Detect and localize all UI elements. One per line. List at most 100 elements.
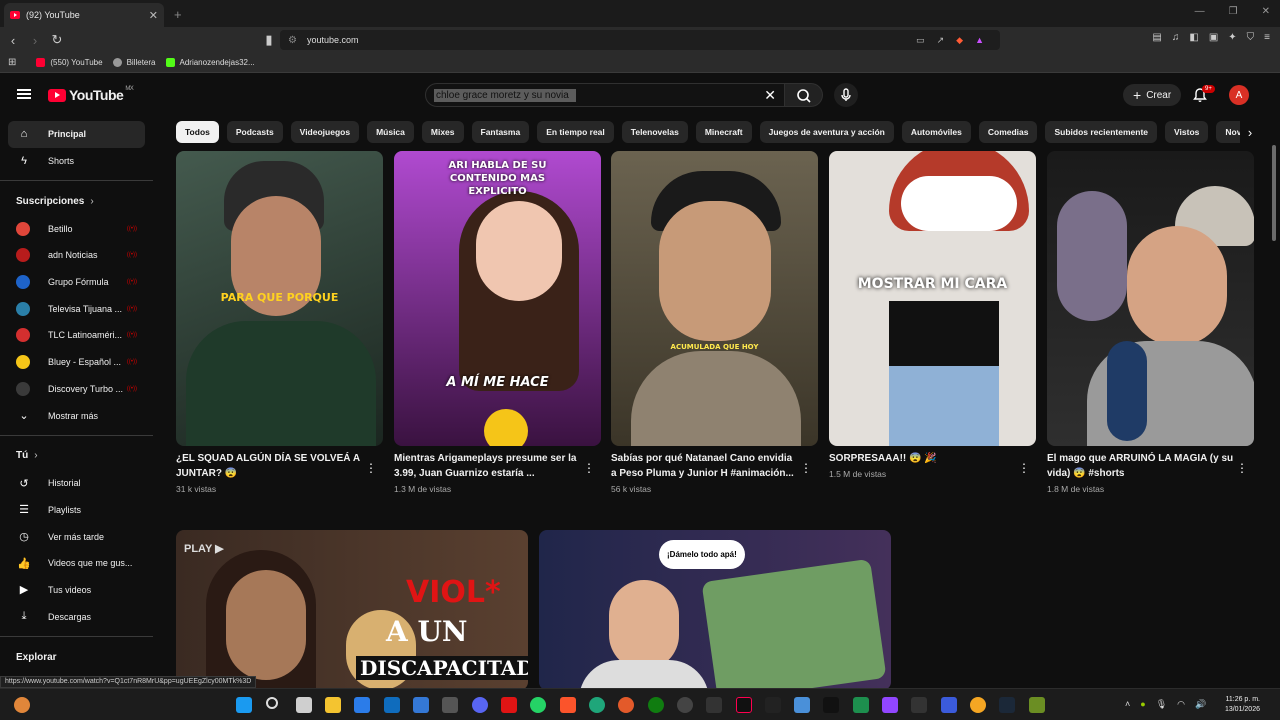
sidebar-subscription[interactable]: Betillo ((•)) bbox=[8, 215, 145, 242]
app-icon[interactable] bbox=[911, 697, 927, 713]
volume-icon[interactable]: 🔊 bbox=[1195, 699, 1206, 710]
site-settings-icon[interactable]: ⚙ bbox=[288, 35, 297, 46]
reload-icon[interactable]: ↻ bbox=[48, 32, 66, 48]
short-card[interactable]: ACUMULADA QUE HOY Sabías por qué Natanae… bbox=[611, 151, 818, 494]
show-more-button[interactable]: ⌄ Mostrar más bbox=[8, 402, 145, 429]
create-button[interactable]: + Crear bbox=[1123, 84, 1182, 106]
windows-start-icon[interactable] bbox=[236, 697, 252, 713]
short-card[interactable]: PARA QUE PORQUE ¿EL SQUAD ALGÚN DÍA SE V… bbox=[176, 151, 383, 494]
app-icon[interactable] bbox=[823, 697, 839, 713]
mail-icon[interactable] bbox=[384, 697, 400, 713]
chip[interactable]: Música bbox=[367, 121, 414, 143]
twitch-icon[interactable] bbox=[882, 697, 898, 713]
apps-grid-icon[interactable]: ⊞ bbox=[8, 57, 16, 68]
voice-search-button[interactable] bbox=[834, 83, 858, 107]
xbox-icon[interactable] bbox=[648, 697, 664, 713]
page-scrollbar[interactable] bbox=[1272, 145, 1276, 241]
more-options-icon[interactable]: ⋮ bbox=[1236, 461, 1248, 475]
sidebar-item-history[interactable]: ↺ Historial bbox=[8, 470, 145, 497]
chip[interactable]: Podcasts bbox=[226, 121, 283, 143]
microphone-tray-icon[interactable]: 🎙 bbox=[1156, 699, 1167, 710]
wallet-icon[interactable]: ▣ bbox=[1209, 32, 1218, 43]
app-icon[interactable] bbox=[941, 697, 957, 713]
sidebar-item-watch-later[interactable]: ◷ Ver más tarde bbox=[8, 523, 145, 550]
sidebar-subscription[interactable]: Grupo Fórmula ((•)) bbox=[8, 269, 145, 296]
search-input[interactable] bbox=[434, 88, 576, 102]
app-icon[interactable] bbox=[501, 697, 517, 713]
whatsapp-icon[interactable] bbox=[530, 697, 546, 713]
sidebar-item-downloads[interactable]: ⤓ Descargas bbox=[8, 603, 145, 630]
task-view-icon[interactable] bbox=[296, 697, 312, 713]
account-avatar[interactable]: A bbox=[1229, 85, 1249, 105]
short-title[interactable]: Sabías por qué Natanael Cano envidia a P… bbox=[611, 452, 818, 481]
close-tab-icon[interactable]: ✕ bbox=[149, 9, 158, 22]
short-thumbnail[interactable]: MOSTRAR MI CARA bbox=[829, 151, 1036, 446]
cast-icon[interactable]: ▭ bbox=[916, 35, 925, 46]
short-title[interactable]: ¿EL SQUAD ALGÚN DÍA SE VOLVEÁ A JUNTAR? … bbox=[176, 452, 383, 481]
music-icon[interactable]: ♫ bbox=[1172, 32, 1180, 43]
more-options-icon[interactable]: ⋮ bbox=[800, 461, 812, 475]
youtube-logo[interactable]: YouTube MX bbox=[48, 86, 134, 103]
chip[interactable]: Videojuegos bbox=[290, 121, 360, 143]
short-card[interactable]: El mago que ARRUINÓ LA MAGIA (y su vida)… bbox=[1047, 151, 1254, 494]
short-card[interactable]: ARI HABLA DE SU CONTENIDO MAS EXPLICITO … bbox=[394, 151, 601, 494]
brave-rewards-icon[interactable]: ▲ bbox=[975, 35, 984, 46]
steam-icon[interactable] bbox=[999, 697, 1015, 713]
sidebar-item-shorts[interactable]: ϟ Shorts bbox=[8, 148, 145, 175]
brave-icon[interactable] bbox=[560, 697, 576, 713]
subscriptions-heading[interactable]: Suscripciones › bbox=[0, 187, 153, 215]
minecraft-icon[interactable] bbox=[1029, 697, 1045, 713]
bookmark-icon[interactable]: ▮ bbox=[260, 32, 278, 48]
chip[interactable]: Mixes bbox=[421, 121, 464, 143]
app-icon[interactable] bbox=[677, 697, 693, 713]
chip[interactable]: Minecraft bbox=[695, 121, 752, 143]
sidebar-item-playlists[interactable]: ☰ Playlists bbox=[8, 497, 145, 524]
chip[interactable]: Todos bbox=[176, 121, 219, 143]
sidebar-subscription[interactable]: Televisa Tijuana ... ((•)) bbox=[8, 295, 145, 322]
short-title[interactable]: Mientras Arigameplays presume ser la 3.9… bbox=[394, 452, 601, 481]
short-thumbnail[interactable] bbox=[1047, 151, 1254, 446]
app-icon[interactable] bbox=[618, 697, 634, 713]
short-thumbnail[interactable]: ACUMULADA QUE HOY bbox=[611, 151, 818, 446]
sidebar-toggle-icon[interactable]: ◧ bbox=[1189, 32, 1198, 43]
app-icon[interactable] bbox=[706, 697, 722, 713]
tray-overflow-icon[interactable]: ˄ bbox=[1125, 699, 1130, 710]
vpn-icon[interactable]: ⛉ bbox=[1247, 32, 1255, 43]
tiktok-icon[interactable] bbox=[736, 697, 752, 713]
back-icon[interactable]: ‹ bbox=[4, 33, 22, 48]
short-card[interactable]: MOSTRAR MI CARA SORPRESAAA!! 😨 🎉 1.5 M d… bbox=[829, 151, 1036, 479]
sidebar-subscription[interactable]: TLC Latinoaméri... ((•)) bbox=[8, 322, 145, 349]
forward-icon[interactable]: › bbox=[26, 33, 44, 48]
app-icon[interactable] bbox=[970, 697, 986, 713]
app-icon[interactable] bbox=[794, 697, 810, 713]
epic-games-icon[interactable] bbox=[765, 697, 781, 713]
edge-icon[interactable] bbox=[589, 697, 605, 713]
leo-icon[interactable]: ✦ bbox=[1228, 32, 1236, 43]
widgets-icon[interactable] bbox=[14, 697, 30, 713]
discord-icon[interactable] bbox=[472, 697, 488, 713]
new-tab-button[interactable]: + bbox=[174, 7, 182, 22]
sidebar-item-home[interactable]: ⌂ Principal bbox=[8, 121, 145, 148]
sidebar-subscription[interactable]: Bluey - Español ... ((•)) bbox=[8, 349, 145, 376]
video-card[interactable]: ¡Dámelo todo apá! bbox=[539, 530, 891, 690]
chip[interactable]: Comedias bbox=[978, 121, 1038, 143]
sidebar-item-your-videos[interactable]: ▶ Tus videos bbox=[8, 577, 145, 604]
bookmark-item[interactable]: (550) YouTube bbox=[36, 58, 103, 67]
video-card[interactable]: PLAY ▶ VIOL* A UN DISCAPACITADO bbox=[176, 530, 528, 690]
clear-search-icon[interactable]: ✕ bbox=[764, 87, 776, 104]
url-field[interactable]: ⚙ youtube.com ▭ ↗ ◆ ▲ bbox=[280, 30, 1000, 50]
chip[interactable]: Telenovelas bbox=[621, 121, 688, 143]
search-button[interactable] bbox=[785, 83, 823, 107]
close-window-icon[interactable]: ✕ bbox=[1262, 6, 1270, 17]
chip[interactable]: En tiempo real bbox=[537, 121, 614, 143]
short-thumbnail[interactable]: PARA QUE PORQUE bbox=[176, 151, 383, 446]
chips-next-icon[interactable]: › bbox=[1240, 121, 1260, 143]
network-icon[interactable]: ◠ bbox=[1177, 699, 1185, 710]
short-title[interactable]: El mago que ARRUINÓ LA MAGIA (y su vida)… bbox=[1047, 452, 1254, 481]
bookmark-item[interactable]: Adrianozendejas32... bbox=[165, 58, 255, 67]
chip[interactable]: Vistos bbox=[1165, 121, 1209, 143]
sidebar-subscription[interactable]: Discovery Turbo ... ((•)) bbox=[8, 376, 145, 403]
bookmark-item[interactable]: Billetera bbox=[112, 58, 156, 67]
reader-icon[interactable]: ▤ bbox=[1152, 32, 1161, 43]
file-explorer-icon[interactable] bbox=[325, 697, 341, 713]
